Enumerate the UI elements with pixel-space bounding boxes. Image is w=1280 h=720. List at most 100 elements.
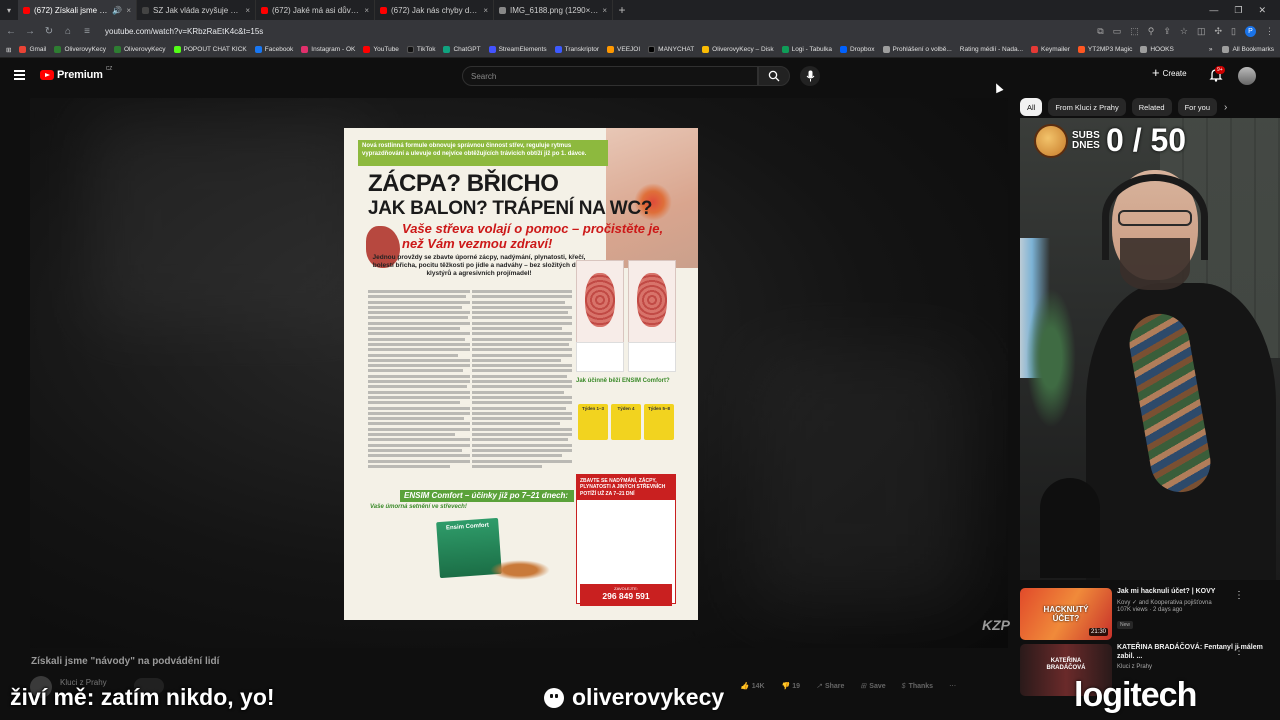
bookmark[interactable]: Facebook [254,46,294,53]
channel-name[interactable]: Kovy ✓ and Kooperativa pojišťovna [1117,599,1267,606]
dislike-button[interactable]: 👎 19 [781,682,801,691]
share-button[interactable]: ↗ Share [816,682,844,691]
folder-icon [1222,46,1230,53]
tab-close-icon[interactable]: × [602,6,607,15]
more-options-icon[interactable]: ⋮ [1234,590,1244,601]
bookmark-star-icon[interactable]: ☆ [1180,26,1188,37]
extensions-icon[interactable]: ✣ [1215,26,1223,37]
tab-close-icon[interactable]: × [245,6,250,15]
like-button[interactable]: 👍 14K [740,682,765,691]
more-bookmarks-icon[interactable]: » [1209,46,1213,53]
keymailer-icon [1031,46,1039,53]
bookmark-label: POPOUT CHAT KICK [183,46,247,53]
search-button[interactable] [758,66,790,86]
video-title[interactable]: Jak mi hacknuli účet? | KOVY [1117,588,1267,597]
reload-icon[interactable]: ↻ [44,26,54,37]
bookmark[interactable]: Prohlášení o volbě... [882,46,952,53]
bookmark[interactable]: TikTok [406,46,435,53]
bookmark[interactable]: Keymailer [1031,46,1070,53]
bookmark[interactable]: OliverovyKecy [54,46,106,53]
video-thumbnail[interactable]: HACKNUTÝ ÚČET? 21:30 [1020,588,1112,640]
chip-related[interactable]: Related [1131,98,1172,116]
apps-icon[interactable]: ⊞ [6,46,11,54]
bookmark[interactable]: ChatGPT [443,46,481,53]
url-field[interactable]: youtube.com/watch?v=KRbzRaEtK4c&t=15s [101,23,1088,39]
bookmark[interactable]: VEEJOI [607,46,640,53]
site-favicon-icon [142,6,149,14]
browser-tab[interactable]: IMG_6188.png (1290×1405) × [494,0,613,20]
bookmark-label: Facebook [264,46,294,53]
new-tab-icon[interactable]: + [613,3,631,17]
sheets-icon [781,46,789,53]
picture-in-picture-icon[interactable]: ◫ [1197,26,1206,37]
more-actions-icon[interactable]: ⋯ [949,682,956,690]
bookmark[interactable]: Gmail [19,46,46,53]
account-avatar[interactable] [1238,67,1256,85]
profile-avatar[interactable]: P [1245,25,1256,37]
home-icon[interactable]: ⌂ [63,26,73,37]
forward-icon[interactable]: → [25,26,35,37]
minimize-icon[interactable]: — [1209,5,1218,16]
browser-tab[interactable]: (672) Získali jsme "návody" 🔊 × [18,0,137,20]
menu-icon[interactable] [14,70,25,80]
video-meta: Jak mi hacknuli účet? | KOVY Kovy ✓ and … [1117,588,1267,631]
restore-icon[interactable]: ❐ [1234,5,1242,16]
bookmark[interactable]: YT2MP3 Magic [1077,46,1132,53]
screenshot-icon[interactable]: ⬚ [1130,26,1139,37]
chevron-right-icon[interactable]: › [1224,102,1227,113]
window-close-icon[interactable]: ✕ [1258,5,1266,16]
bookmark[interactable]: POPOUT CHAT KICK [173,46,247,53]
browser-tab[interactable]: (672) Jak nás chyby dělají chytř × [375,0,494,20]
bookmark[interactable]: MANYCHAT [648,46,694,53]
bookmark[interactable]: Transkriptor [554,46,599,53]
tab-close-icon[interactable]: × [364,6,369,15]
thanks-button[interactable]: $ Thanks [902,683,933,690]
herbs-illustration [490,560,550,580]
tab-close-icon[interactable]: × [126,6,131,15]
chip-all[interactable]: All [1020,98,1043,116]
cast-icon[interactable]: ▭ [1113,26,1122,37]
youtube-premium-logo[interactable]: Premium CZ [40,66,112,81]
translate-icon[interactable]: ⧉ [1097,26,1103,37]
bookmark[interactable]: Rating médií - Nada... [960,46,1023,53]
bookmark[interactable]: OliverovyKecy [113,46,166,53]
back-icon[interactable]: ← [6,26,16,37]
zoom-icon[interactable]: ⚲ [1148,26,1155,37]
voice-search-button[interactable] [800,66,820,86]
search-input[interactable]: Search [462,66,758,86]
thumbnail-text: KATEŘINA BRADÁČOVÁ [1046,658,1086,671]
headline-line-2: JAK BALON? TRÁPENÍ NA WC? [368,198,653,219]
share-icon[interactable]: ⇪ [1163,26,1171,37]
create-button[interactable]: + Create [1152,66,1187,79]
bookmark[interactable]: Logi - Tabulka [781,46,832,53]
chip-for-you[interactable]: For you [1177,98,1217,116]
subheadline: Vaše střeva volají o pomoc – pročistěte … [402,221,664,251]
sidebar-icon[interactable]: ▯ [1231,26,1236,37]
all-bookmarks[interactable]: All Bookmarks [1222,46,1274,53]
bookmark[interactable]: StreamElements [488,46,547,53]
bookmark[interactable]: Instagram - OK [301,46,355,53]
site-info-icon[interactable]: ≡ [82,26,92,37]
product-banner: ENSIM Comfort – účinky již po 7–21 dnech… [400,490,574,502]
chatgpt-icon [443,46,451,53]
tab-title: IMG_6188.png (1290×1405) [510,5,599,15]
save-button[interactable]: ⊞ Save [860,682,885,691]
video-title[interactable]: KATEŘINA BRADÁČOVÁ: Fentanyl ji málem za… [1117,644,1267,662]
bookmark[interactable]: Dropbox [839,46,875,53]
bookmark[interactable]: HOOKS [1140,46,1174,53]
recommended-video[interactable]: HACKNUTÝ ÚČET? 21:30 Jak mi hacknuli úče… [1020,588,1276,640]
article-column [472,290,572,480]
browser-tab[interactable]: (672) Jaké má asi důvody, proč × [256,0,375,20]
tab-search-icon[interactable]: ▾ [0,0,18,20]
more-options-icon[interactable]: ⋮ [1234,646,1244,657]
browser-menu-icon[interactable]: ⋮ [1265,26,1274,37]
bookmark[interactable]: OliverovyKecy – Disk [702,46,774,53]
channel-name[interactable]: Kluci z Prahy [1117,664,1267,670]
youtube-favicon-icon [380,6,387,14]
bookmark[interactable]: YouTube [363,46,399,53]
magazine-advert: Nová rostlinná formule obnovuje správnou… [344,128,698,620]
browser-tab[interactable]: SZ Jak vláda zvyšuje platy: Přidá lé × [137,0,256,20]
tab-close-icon[interactable]: × [483,6,488,15]
chip-from-channel[interactable]: From Kluci z Prahy [1048,98,1126,116]
tab-title: SZ Jak vláda zvyšuje platy: Přidá lé [153,5,242,15]
